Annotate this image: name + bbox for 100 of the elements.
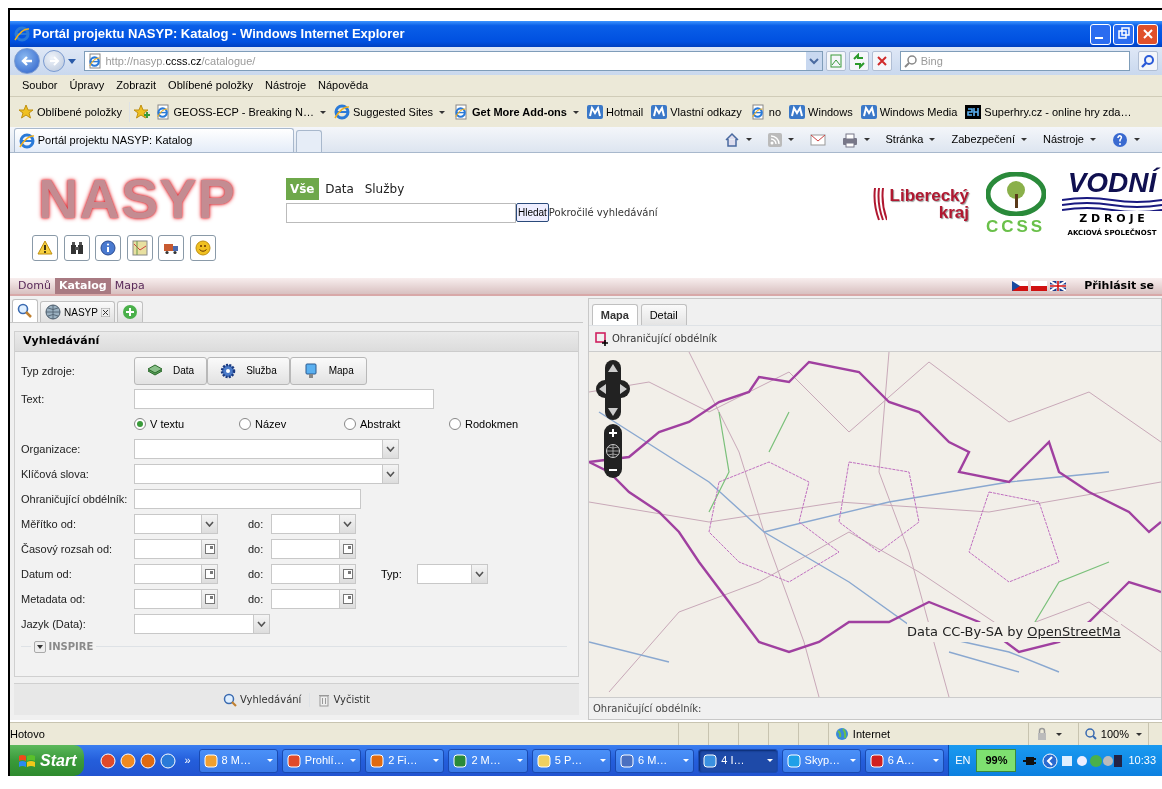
date-field[interactable] xyxy=(134,539,218,560)
date-field[interactable] xyxy=(271,539,356,560)
menu-item[interactable]: Nástroje xyxy=(259,77,313,94)
tray-icons-drawing[interactable] xyxy=(1042,752,1123,769)
taskbar-button[interactable]: 4 I… xyxy=(698,748,778,773)
info-button[interactable] xyxy=(95,235,121,262)
dropdown-field[interactable] xyxy=(134,464,399,485)
resource-type-button[interactable]: Služba xyxy=(207,356,290,385)
smiley-button[interactable] xyxy=(189,235,216,262)
radio-button[interactable] xyxy=(344,418,356,431)
search-field[interactable] xyxy=(285,202,516,223)
bounding-box-tool[interactable]: Ohraničující obdélník xyxy=(595,331,718,346)
menu-item[interactable]: Zobrazit xyxy=(110,77,163,94)
truck-button[interactable] xyxy=(158,235,184,262)
favorite-link[interactable]: Hotmail xyxy=(582,103,648,121)
map-panel-tab[interactable]: Mapa xyxy=(591,304,638,325)
favorite-link[interactable]: Windows xyxy=(785,103,857,121)
uk-flag-icon[interactable] xyxy=(1049,281,1066,291)
menu-item[interactable]: Oblíbené položky xyxy=(162,77,260,94)
czech-flag-icon[interactable] xyxy=(1012,281,1029,291)
nav-link[interactable]: Mapa xyxy=(110,277,149,295)
search-field[interactable]: Bing xyxy=(899,51,1130,71)
refresh-button[interactable] xyxy=(848,51,869,71)
dropdown-field[interactable] xyxy=(271,514,356,535)
taskbar-button[interactable]: 2 M… xyxy=(448,748,528,773)
dropdown-field[interactable] xyxy=(417,564,488,585)
favorite-link[interactable]: no xyxy=(745,103,786,121)
close-button[interactable] xyxy=(1137,23,1158,45)
nav-link[interactable]: Katalog xyxy=(54,277,111,295)
favorite-link[interactable]: Vlastní odkazy xyxy=(647,103,746,121)
toggle-button[interactable] xyxy=(33,640,46,653)
login-link[interactable]: Přihlásit se xyxy=(1080,277,1158,295)
dropdown-field[interactable] xyxy=(134,439,399,460)
date-field[interactable] xyxy=(271,564,356,585)
warning-button[interactable] xyxy=(32,235,58,262)
catalog-tab[interactable]: NASYP xyxy=(40,301,115,322)
menu-item[interactable]: Nápověda xyxy=(312,77,375,94)
taskbar-button[interactable]: 2 Fi… xyxy=(365,748,445,773)
pan-control[interactable] xyxy=(596,360,630,420)
taskbar-button[interactable]: 6 A… xyxy=(864,748,945,773)
menu-item[interactable]: Soubor xyxy=(16,77,64,94)
search-tab[interactable] xyxy=(12,299,38,322)
scope-tab[interactable]: Data xyxy=(321,178,358,200)
add-tab-button[interactable] xyxy=(116,301,143,322)
command-menu[interactable]: Nástroje xyxy=(1039,131,1100,148)
compatibility-button[interactable] xyxy=(826,51,846,71)
address-field[interactable]: http://nasyp.ccss.cz/catalogue/ xyxy=(83,51,824,71)
stop-button[interactable] xyxy=(871,51,892,71)
start-button[interactable]: Start xyxy=(10,745,85,776)
map-panel-tab[interactable]: Detail xyxy=(640,304,687,325)
text-field[interactable] xyxy=(134,389,434,410)
favorite-link[interactable]: GEOSS-ECP - Breaking N… xyxy=(150,103,330,121)
app-icon[interactable] xyxy=(140,752,157,769)
binoculars-button[interactable] xyxy=(63,235,90,262)
nav-link[interactable]: Domů xyxy=(14,277,55,295)
favorite-link[interactable]: Superhry.cz - online hry zda… xyxy=(961,103,1136,121)
text-field[interactable] xyxy=(134,489,361,510)
more-button[interactable]: » xyxy=(180,752,195,769)
command-menu[interactable]: Stránka xyxy=(881,131,940,148)
search-button[interactable]: Vyhledávání xyxy=(223,692,302,707)
dropdown-field[interactable] xyxy=(134,614,270,635)
menu-item[interactable]: Úpravy xyxy=(63,77,111,94)
language-indicator[interactable]: EN xyxy=(955,752,971,769)
polish-flag-icon[interactable] xyxy=(1030,281,1047,291)
favorite-link[interactable]: Windows Media xyxy=(856,103,962,121)
resource-type-button[interactable]: Mapa xyxy=(289,356,367,385)
taskbar-button[interactable]: 5 P… xyxy=(531,748,611,773)
browser-tab[interactable]: Portál projektu NASYP: Katalog xyxy=(14,128,294,152)
date-field[interactable] xyxy=(271,589,356,610)
radio-button[interactable] xyxy=(449,418,461,431)
favorite-link[interactable]: Suggested Sites xyxy=(329,103,450,121)
clear-button[interactable]: Vyčistit xyxy=(318,692,370,707)
dropdown-field[interactable] xyxy=(134,514,218,535)
taskbar-button[interactable]: 8 M… xyxy=(198,748,278,773)
date-field[interactable] xyxy=(134,589,218,610)
radio-button[interactable] xyxy=(239,418,251,431)
zoom-control[interactable] xyxy=(604,424,622,478)
app-icon[interactable] xyxy=(100,752,117,769)
map-button[interactable] xyxy=(126,235,153,262)
dropdown-arrow-icon[interactable] xyxy=(67,58,76,64)
taskbar-button[interactable]: 6 M… xyxy=(615,748,695,773)
restore-button[interactable] xyxy=(1113,23,1135,45)
date-field[interactable] xyxy=(134,564,218,585)
app-icon[interactable] xyxy=(120,752,137,769)
attribution-link[interactable]: OpenStreetMa xyxy=(1027,624,1121,639)
advanced-search-link[interactable]: Pokročilé vyhledávání xyxy=(548,205,658,221)
favorite-link[interactable]: Get More Add-ons xyxy=(449,103,583,121)
command-menu[interactable]: Zabezpečení xyxy=(947,131,1032,148)
taskbar-button[interactable]: Prohlí… xyxy=(281,748,362,773)
close-icon[interactable] xyxy=(100,307,110,317)
search-button[interactable] xyxy=(1138,51,1158,71)
app-icon[interactable] xyxy=(160,752,177,769)
add-favorite-icon[interactable] xyxy=(132,104,151,120)
search-button[interactable]: Hledat xyxy=(515,203,549,223)
forward-button[interactable] xyxy=(42,50,65,72)
radio-button[interactable] xyxy=(134,418,146,431)
back-button[interactable] xyxy=(14,48,40,74)
minimize-button[interactable] xyxy=(1089,23,1111,45)
resource-type-button[interactable]: Data xyxy=(134,356,208,385)
favorites-button[interactable]: Oblíbené položky xyxy=(14,103,126,121)
